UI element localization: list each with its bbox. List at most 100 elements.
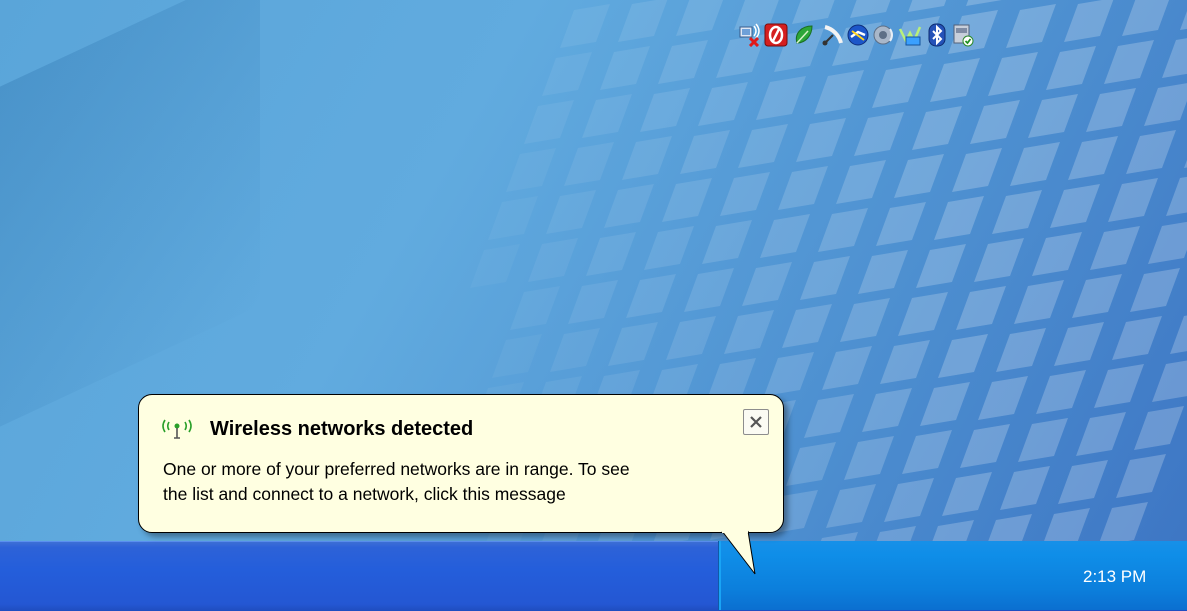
wallpaper-tile xyxy=(930,58,980,102)
wallpaper-tile xyxy=(876,202,926,246)
wallpaper-tile xyxy=(586,232,636,276)
wallpaper-tile xyxy=(510,286,560,330)
dvd-writer-icon[interactable] xyxy=(898,23,922,47)
wallpaper-tile xyxy=(742,262,792,306)
wallpaper-tile xyxy=(644,226,694,270)
wallpaper-tile xyxy=(1010,142,1060,186)
wallpaper-tile xyxy=(1050,184,1100,228)
wallpaper-tile xyxy=(724,310,774,354)
wallpaper-tile xyxy=(902,430,952,474)
bluetooth-icon[interactable] xyxy=(925,23,949,47)
close-x-icon xyxy=(750,416,762,428)
wireless-signal-icon xyxy=(162,419,192,439)
wallpaper-tile xyxy=(862,388,912,432)
wallpaper-tile xyxy=(1014,280,1064,324)
wallpaper-tile xyxy=(622,136,672,180)
balloon-message[interactable]: One or more of your preferred networks a… xyxy=(163,457,773,507)
wallpaper-tile xyxy=(560,4,610,48)
wallpaper-tile xyxy=(1046,46,1096,90)
balloon-message-line: the list and connect to a network, click… xyxy=(163,484,566,504)
wallpaper-tile xyxy=(506,148,556,192)
wallpaper-tile xyxy=(1180,11,1187,30)
wallpaper-tile xyxy=(938,334,988,378)
wallpaper-tile xyxy=(1064,0,1114,42)
wallpaper-tile xyxy=(1072,274,1122,318)
wallpaper-tile xyxy=(640,88,690,132)
satellite-dish-icon[interactable] xyxy=(821,23,845,47)
wallpaper-tile xyxy=(1152,360,1187,402)
wallpaper-tile xyxy=(702,220,752,264)
wallpaper-tile xyxy=(662,178,712,222)
wallpaper-tile xyxy=(1090,226,1140,270)
wallpaper-tile xyxy=(916,244,966,288)
balloon-pointer xyxy=(721,530,756,575)
wallpaper-tile xyxy=(822,346,872,390)
wallpaper-tile xyxy=(804,394,854,438)
close-button[interactable] xyxy=(743,409,769,435)
wallpaper-tile xyxy=(858,250,908,294)
wallpaper-tile xyxy=(800,256,850,300)
wallpaper-tile xyxy=(836,160,886,204)
wallpaper-tile xyxy=(1054,322,1104,366)
wallpaper-tile xyxy=(826,484,876,528)
wallpaper-tile xyxy=(880,340,930,384)
wallpaper-tile xyxy=(1170,315,1187,354)
wallpaper-tile xyxy=(818,208,868,252)
safely-remove-hardware-icon[interactable] xyxy=(951,23,975,47)
wallpaper-tile xyxy=(942,472,992,516)
wallpaper-tile xyxy=(1162,38,1187,78)
wallpaper-tile xyxy=(792,0,835,24)
wallpaper-tile xyxy=(996,328,1046,372)
network-disconnected-icon[interactable] xyxy=(737,23,761,47)
wallpaper-tile xyxy=(1058,460,1108,504)
wallpaper-tile xyxy=(912,106,962,150)
wallpaper-tile xyxy=(618,0,668,42)
wallpaper-tile xyxy=(970,100,1020,144)
wallpaper-tile xyxy=(1086,88,1136,132)
wallpaper-tile xyxy=(488,196,538,240)
wallpaper-tile xyxy=(524,100,574,144)
antivirus-shield-icon[interactable] xyxy=(764,23,788,47)
wallpaper-tile xyxy=(756,76,806,120)
green-leaf-icon[interactable] xyxy=(792,23,816,47)
wallpaper-tile xyxy=(760,214,810,258)
network-connection-icon[interactable] xyxy=(846,23,870,47)
wallpaper-tile xyxy=(850,0,891,18)
wallpaper-tile xyxy=(844,436,894,480)
wallpaper-tile xyxy=(582,94,632,138)
wallpaper-tile xyxy=(956,286,1006,330)
taskbar-clock[interactable]: 2:13 PM xyxy=(1083,567,1146,587)
wallpaper-tile xyxy=(492,334,542,378)
wallpaper-tile xyxy=(680,130,730,174)
wallpaper-tile xyxy=(988,52,1038,96)
wallpaper-tile xyxy=(698,82,748,126)
wallpaper-tile xyxy=(952,148,1002,192)
wallpaper-tile xyxy=(1006,4,1056,48)
wallpaper-tile xyxy=(1098,502,1148,546)
wallpaper-tile xyxy=(966,0,1002,6)
speaker-volume-icon[interactable] xyxy=(872,23,896,47)
wallpaper-tile xyxy=(600,46,650,90)
wallpaper-tile xyxy=(1112,316,1162,360)
wallpaper-tile xyxy=(1126,130,1176,174)
wallpaper-tile xyxy=(720,172,770,216)
wallpaper-tile xyxy=(604,184,654,228)
balloon-title: Wireless networks detected xyxy=(210,418,474,440)
wallpaper-tile xyxy=(1000,466,1050,510)
wallpaper-tile xyxy=(872,64,922,108)
wallpaper-tile xyxy=(814,70,864,114)
wallpaper-tile xyxy=(840,298,890,342)
wallpaper-tile xyxy=(1076,412,1126,456)
wallpaper-tile xyxy=(1166,176,1187,216)
wallpaper-tile xyxy=(528,238,578,282)
wallpaper-tile xyxy=(1108,178,1158,222)
wallpaper-tile xyxy=(960,424,1010,468)
wallpaper-tile xyxy=(1104,40,1154,84)
wireless-notification-balloon[interactable]: Wireless networks detected One or more o… xyxy=(138,394,784,533)
wallpaper-tile xyxy=(568,280,618,324)
wallpaper-tile xyxy=(1094,364,1144,408)
wallpaper-tile xyxy=(626,274,676,318)
wallpaper-tile xyxy=(854,112,904,156)
wallpaper-tile xyxy=(1144,83,1187,126)
wallpaper-tile xyxy=(978,376,1028,420)
